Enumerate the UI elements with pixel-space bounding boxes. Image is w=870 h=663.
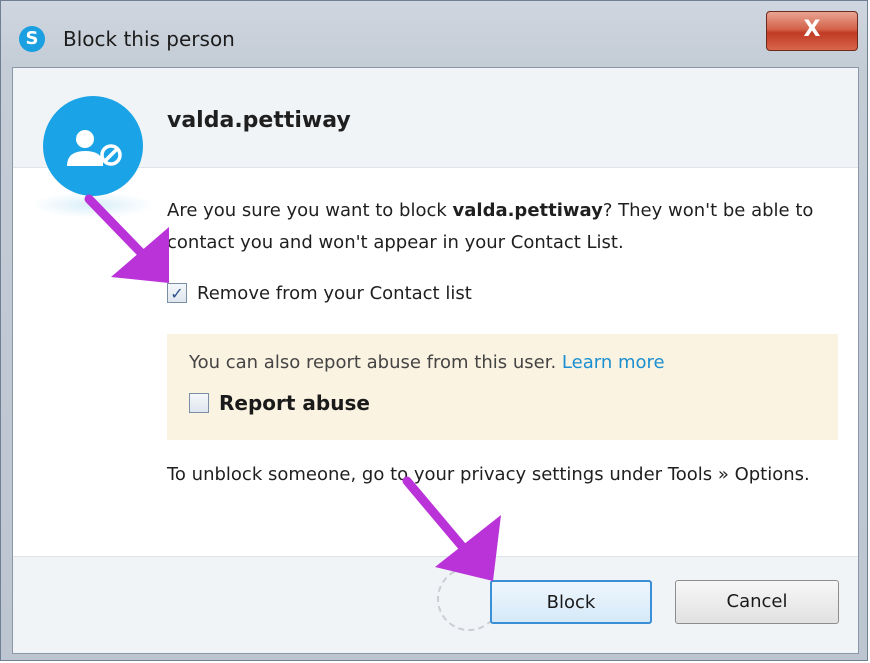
annotation-arrows	[84, 194, 501, 581]
arrow-to-checkbox	[84, 194, 169, 283]
arrow-to-block-button	[402, 476, 501, 581]
dialog-window: S Block this person X valda.pettiway Are…	[0, 0, 868, 661]
